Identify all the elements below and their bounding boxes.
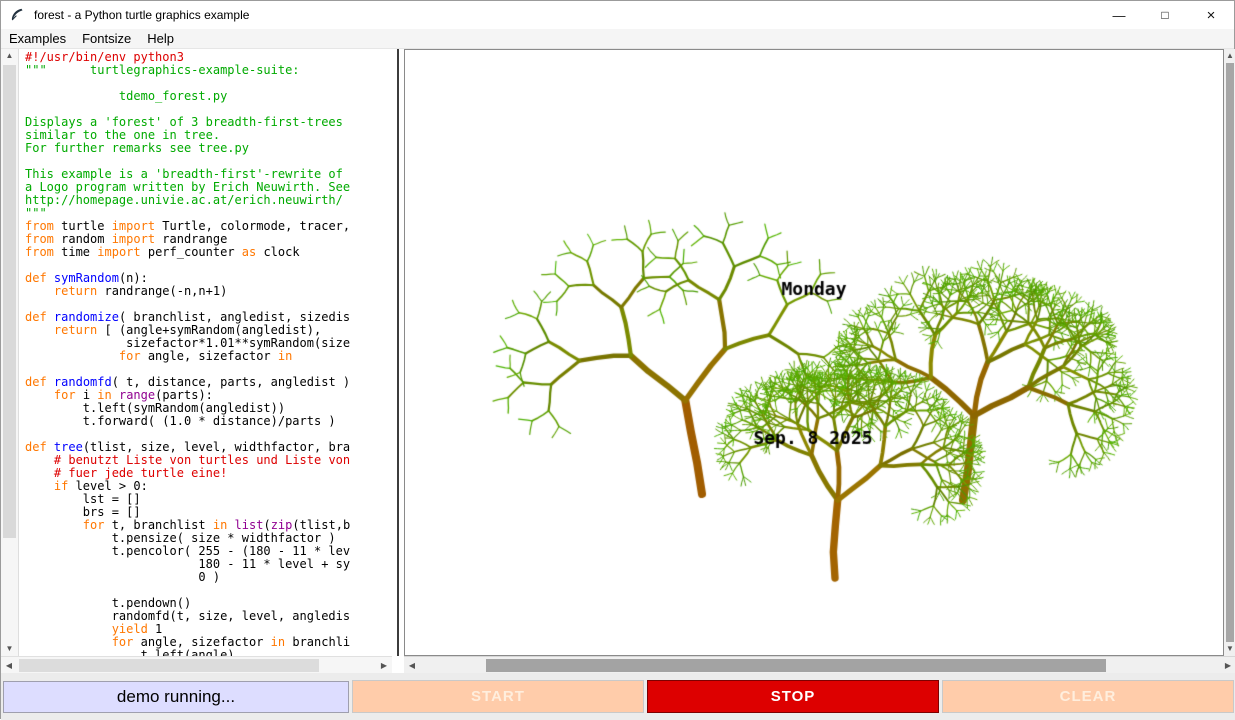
- main-area: ▲ ▼ #!/usr/bin/env python3""" turtlegrap…: [1, 49, 1235, 656]
- code-line: yield 1: [25, 623, 392, 636]
- code-vertical-scrollbar-thumb[interactable]: [3, 65, 16, 538]
- code-line: http://homepage.univie.ac.at/erich.neuwi…: [25, 194, 392, 207]
- code-line: def symRandom(n):: [25, 272, 392, 285]
- code-line: for angle, sizefactor in branchli: [25, 636, 392, 649]
- scroll-right-icon[interactable]: ▶: [376, 657, 392, 673]
- pane-divider[interactable]: [392, 49, 404, 656]
- code-vertical-scrollbar[interactable]: ▲ ▼: [1, 49, 19, 656]
- canvas-vertical-scrollbar-thumb[interactable]: [1226, 63, 1234, 642]
- window-controls: — □ ×: [1096, 1, 1234, 29]
- start-button[interactable]: START: [352, 680, 644, 713]
- code-line: #!/usr/bin/env python3: [25, 51, 392, 64]
- scroll-down-icon[interactable]: ▼: [1, 642, 18, 656]
- app-icon: [10, 7, 26, 23]
- pane-divider-line: [397, 49, 399, 656]
- code-line: """: [25, 207, 392, 220]
- code-line: [25, 298, 392, 311]
- code-line: For further remarks see tree.py: [25, 142, 392, 155]
- code-line: if level > 0:: [25, 480, 392, 493]
- canvas-area: [404, 49, 1224, 656]
- scroll-up-icon[interactable]: ▲: [1224, 49, 1235, 63]
- code-editor-text: #!/usr/bin/env python3""" turtlegraphics…: [19, 49, 392, 656]
- code-line: def randomfd( t, distance, parts, angled…: [25, 376, 392, 389]
- scroll-up-icon[interactable]: ▲: [1, 49, 18, 63]
- code-line: t.left(symRandom(angledist)): [25, 402, 392, 415]
- clear-button[interactable]: CLEAR: [942, 680, 1234, 713]
- code-line: t.left(angle): [25, 649, 392, 656]
- code-line: sizefactor*1.01**symRandom(size: [25, 337, 392, 350]
- code-line: from turtle import Turtle, colormode, tr…: [25, 220, 392, 233]
- code-line: randomfd(t, size, level, angledis: [25, 610, 392, 623]
- bottom-bar: demo running... START STOP CLEAR: [1, 673, 1235, 720]
- code-line: # fuer jede turtle eine!: [25, 467, 392, 480]
- window-title: forest - a Python turtle graphics exampl…: [34, 8, 249, 22]
- stop-button[interactable]: STOP: [647, 680, 939, 713]
- code-line: for angle, sizefactor in: [25, 350, 392, 363]
- code-line: """ turtlegraphics-example-suite:: [25, 64, 392, 77]
- code-line: Displays a 'forest' of 3 breadth-first-t…: [25, 116, 392, 129]
- code-line: [25, 584, 392, 597]
- code-line: # benutzt Liste von turtles und Liste vo…: [25, 454, 392, 467]
- code-line: 0 ): [25, 571, 392, 584]
- scrollbar-gap: [392, 656, 404, 673]
- code-line: for t, branchlist in list(zip(tlist,b: [25, 519, 392, 532]
- menu-fontsize[interactable]: Fontsize: [74, 29, 139, 48]
- code-line: for i in range(parts):: [25, 389, 392, 402]
- code-line: t.pensize( size * widthfactor ): [25, 532, 392, 545]
- code-line: This example is a 'breadth-first'-rewrit…: [25, 168, 392, 181]
- code-line: [25, 259, 392, 272]
- code-line: brs = []: [25, 506, 392, 519]
- code-line: lst = []: [25, 493, 392, 506]
- code-line: t.pendown(): [25, 597, 392, 610]
- code-horizontal-scrollbar-thumb[interactable]: [19, 659, 319, 672]
- code-line: return randrange(-n,n+1): [25, 285, 392, 298]
- code-line: [25, 363, 392, 376]
- scroll-left-icon[interactable]: ◀: [1, 657, 17, 673]
- code-line: from time import perf_counter as clock: [25, 246, 392, 259]
- code-line: t.pencolor( 255 - (180 - 11 * lev: [25, 545, 392, 558]
- maximize-button-icon[interactable]: □: [1142, 1, 1188, 29]
- code-line: [25, 77, 392, 90]
- code-line: tdemo_forest.py: [25, 90, 392, 103]
- menu-help[interactable]: Help: [139, 29, 182, 48]
- menu-examples[interactable]: Examples: [1, 29, 74, 48]
- canvas-horizontal-scrollbar[interactable]: ◀ ▶: [404, 656, 1235, 673]
- code-line: [25, 428, 392, 441]
- code-line: 180 - 11 * level + sy: [25, 558, 392, 571]
- code-line: from random import randrange: [25, 233, 392, 246]
- code-line: [25, 103, 392, 116]
- code-line: def randomize( branchlist, angledist, si…: [25, 311, 392, 324]
- status-label: demo running...: [3, 681, 349, 713]
- close-button-icon[interactable]: ×: [1188, 1, 1234, 29]
- code-line: t.forward( (1.0 * distance)/parts ): [25, 415, 392, 428]
- turtle-canvas[interactable]: [405, 50, 1223, 655]
- titlebar: forest - a Python turtle graphics exampl…: [1, 1, 1234, 29]
- code-line: [25, 155, 392, 168]
- scroll-down-icon[interactable]: ▼: [1224, 642, 1235, 656]
- horizontal-scrollbar-row: ◀ ▶ ◀ ▶: [1, 656, 1235, 673]
- code-line: return [ (angle+symRandom(angledist),: [25, 324, 392, 337]
- app-window: forest - a Python turtle graphics exampl…: [0, 0, 1235, 719]
- scroll-right-icon[interactable]: ▶: [1220, 657, 1235, 673]
- canvas-horizontal-scrollbar-thumb[interactable]: [486, 659, 1106, 672]
- code-line: def tree(tlist, size, level, widthfactor…: [25, 441, 392, 454]
- code-line: similar to the one in tree.: [25, 129, 392, 142]
- code-line: a Logo program written by Erich Neuwirth…: [25, 181, 392, 194]
- scroll-left-icon[interactable]: ◀: [404, 657, 420, 673]
- code-pane[interactable]: #!/usr/bin/env python3""" turtlegraphics…: [19, 49, 392, 656]
- code-horizontal-scrollbar[interactable]: ◀ ▶: [1, 656, 392, 673]
- minimize-button-icon[interactable]: —: [1096, 1, 1142, 29]
- menubar: Examples Fontsize Help: [1, 29, 1234, 49]
- canvas-vertical-scrollbar[interactable]: ▲ ▼: [1224, 49, 1235, 656]
